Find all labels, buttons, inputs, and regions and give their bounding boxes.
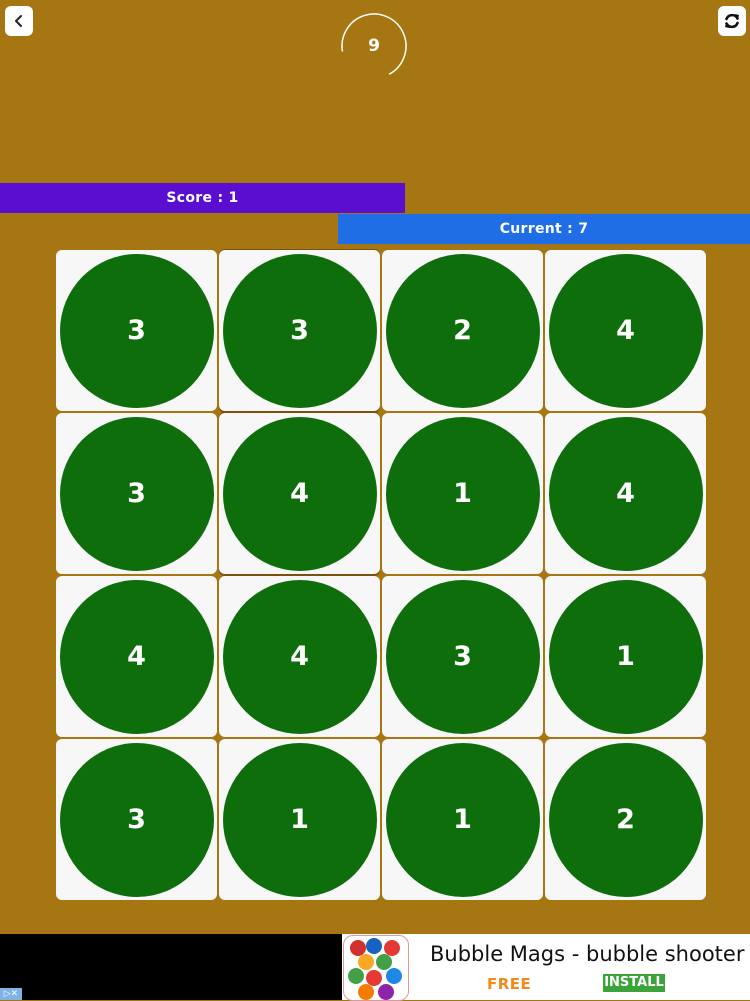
grid-tile[interactable]: 3 [382, 576, 543, 737]
number-circle: 1 [548, 579, 703, 734]
number-circle: 4 [59, 579, 214, 734]
timer-value: 9 [368, 36, 380, 56]
tile-number: 4 [290, 478, 309, 509]
grid-tile[interactable]: 4 [545, 250, 706, 411]
ad-app-icon[interactable] [343, 935, 409, 1001]
chevron-left-icon [15, 15, 22, 27]
grid-tile[interactable]: 3 [56, 739, 217, 900]
grid-tile[interactable]: 4 [219, 413, 380, 574]
number-circle: 2 [548, 742, 703, 897]
ad-install-button[interactable]: INSTALL [603, 974, 665, 992]
tile-number: 3 [127, 315, 146, 346]
tile-number: 1 [616, 641, 635, 672]
grid-tile[interactable]: 1 [382, 739, 543, 900]
tile-number: 1 [290, 804, 309, 835]
number-circle: 3 [59, 253, 214, 408]
grid-tile[interactable]: 4 [56, 576, 217, 737]
tile-number: 3 [127, 478, 146, 509]
grid-tile[interactable]: 4 [545, 413, 706, 574]
tile-number: 4 [616, 478, 635, 509]
tile-number: 3 [290, 315, 309, 346]
ad-blank-area: ▷✕ [0, 934, 342, 1000]
ad-price: FREE [487, 975, 532, 993]
tile-number: 2 [616, 804, 635, 835]
ad-title[interactable]: Bubble Mags - bubble shooter [430, 942, 744, 966]
countdown-timer: 9 [334, 6, 414, 86]
tile-number: 1 [453, 804, 472, 835]
refresh-icon [725, 13, 739, 29]
refresh-button[interactable] [718, 6, 746, 36]
back-button[interactable] [5, 6, 33, 36]
grid-tile[interactable]: 1 [382, 413, 543, 574]
grid-tile[interactable]: 3 [56, 413, 217, 574]
number-circle: 1 [385, 742, 540, 897]
number-circle: 1 [222, 742, 377, 897]
number-circle: 3 [59, 416, 214, 571]
number-circle: 4 [222, 579, 377, 734]
score-bar: Score : 1 [0, 183, 405, 213]
ad-banner[interactable]: ▷✕ Bubble Mags - bubble shooter FREE INS… [0, 934, 750, 1001]
tile-number: 1 [453, 478, 472, 509]
grid-tile[interactable]: 3 [56, 250, 217, 411]
number-circle: 2 [385, 253, 540, 408]
current-bar: Current : 7 [338, 214, 750, 244]
grid-tile[interactable]: 4 [219, 576, 380, 737]
grid-tile[interactable]: 3 [219, 250, 380, 411]
tile-number: 4 [290, 641, 309, 672]
tile-number: 4 [616, 315, 635, 346]
grid-tile[interactable]: 1 [545, 576, 706, 737]
grid-tile[interactable]: 2 [545, 739, 706, 900]
number-circle: 3 [385, 579, 540, 734]
grid-tile[interactable]: 1 [219, 739, 380, 900]
number-circle: 3 [59, 742, 214, 897]
grid-tile[interactable]: 2 [382, 250, 543, 411]
tile-number: 2 [453, 315, 472, 346]
tile-number: 3 [453, 641, 472, 672]
number-circle: 4 [548, 253, 703, 408]
ad-choices-icon[interactable]: ▷✕ [0, 988, 22, 1000]
number-circle: 3 [222, 253, 377, 408]
number-circle: 4 [548, 416, 703, 571]
tile-number: 4 [127, 641, 146, 672]
number-circle: 1 [385, 416, 540, 571]
number-circle: 4 [222, 416, 377, 571]
tile-number: 3 [127, 804, 146, 835]
number-grid: 3 3 2 4 3 4 1 4 4 4 3 1 3 1 1 2 [56, 250, 706, 900]
